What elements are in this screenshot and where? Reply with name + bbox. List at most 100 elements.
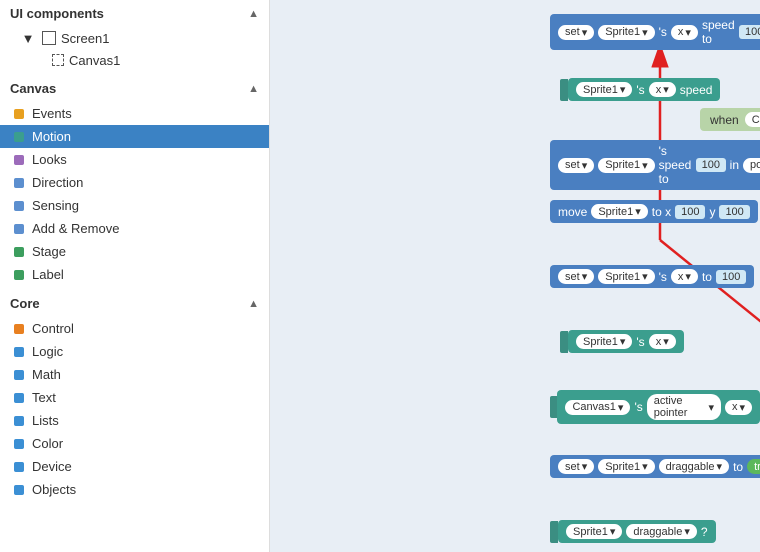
set-pill-5[interactable]: set ▾ xyxy=(558,269,594,284)
add-remove-label: Add & Remove xyxy=(32,221,119,236)
block-body-3: set ▾ Sprite1 ▾ 's speed to 100 in point… xyxy=(550,140,760,190)
core-section-header[interactable]: Core ▲ xyxy=(0,290,269,317)
block-body-6: Sprite1 ▾ 's x ▾ xyxy=(568,330,684,353)
sidebar-item-sensing[interactable]: Sensing xyxy=(0,194,269,217)
x-pill-7[interactable]: x ▾ xyxy=(725,400,752,415)
motion-color xyxy=(14,132,24,142)
sidebar-item-objects[interactable]: Objects xyxy=(0,478,269,501)
x-value-4[interactable]: 100 xyxy=(675,205,705,219)
block-draggable-query[interactable]: Sprite1 ▾ draggable ▾ ? xyxy=(550,520,716,543)
sidebar-item-text[interactable]: Text xyxy=(0,386,269,409)
device-color xyxy=(14,462,24,472)
sprite1-pill-8[interactable]: Sprite1 ▾ xyxy=(598,459,654,474)
canvas-shape-icon xyxy=(52,54,64,66)
sidebar-item-lists[interactable]: Lists xyxy=(0,409,269,432)
when-block[interactable]: when Canvas1 ▾ xyxy=(700,108,760,131)
draggable-pill-9[interactable]: draggable ▾ xyxy=(626,524,696,539)
sidebar-item-add-remove[interactable]: Add & Remove xyxy=(0,217,269,240)
logic-color xyxy=(14,347,24,357)
block-sprite-x[interactable]: Sprite1 ▾ 's x ▾ xyxy=(560,330,684,353)
sidebar-item-control[interactable]: Control xyxy=(0,317,269,340)
active-pointer-pill[interactable]: active pointer ▾ xyxy=(647,394,721,420)
canvas-section-header[interactable]: Canvas ▲ xyxy=(0,75,269,102)
stage-label: Stage xyxy=(32,244,66,259)
speed-value-3[interactable]: 100 xyxy=(696,158,726,172)
ui-components-header[interactable]: UI components ▲ xyxy=(0,0,269,27)
sprite1-pill-3[interactable]: Sprite1 ▾ xyxy=(598,158,654,173)
sidebar-item-color[interactable]: Color xyxy=(0,432,269,455)
sprite1-pill-6[interactable]: Sprite1 ▾ xyxy=(576,334,632,349)
y-value-4[interactable]: 100 xyxy=(719,205,749,219)
core-label: Core xyxy=(10,296,40,311)
core-chevron: ▲ xyxy=(248,298,259,310)
speed-value-1[interactable]: 100 xyxy=(739,25,760,39)
sidebar-item-stage[interactable]: Stage xyxy=(0,240,269,263)
events-label: Events xyxy=(32,106,72,121)
block-body-2: Sprite1 ▾ 's x ▾ speed xyxy=(568,78,720,101)
block-set-speed-dir[interactable]: set ▾ Sprite1 ▾ 's speed to 100 in point… xyxy=(550,140,760,190)
tree-item-canvas1[interactable]: Canvas1 xyxy=(0,49,269,71)
math-label: Math xyxy=(32,367,61,382)
color-label: Color xyxy=(32,436,63,451)
x-pill-5[interactable]: x ▾ xyxy=(671,269,698,284)
connector-6 xyxy=(560,331,568,353)
block-move[interactable]: move Sprite1 ▾ to x 100 y 100 xyxy=(550,200,758,223)
block-set-draggable[interactable]: set ▾ Sprite1 ▾ draggable ▾ to true ▾ xyxy=(550,455,760,478)
sidebar: UI components ▲ ▼ Screen1 Canvas1 Canvas… xyxy=(0,0,270,552)
looks-label: Looks xyxy=(32,152,67,167)
block-body-4: move Sprite1 ▾ to x 100 y 100 xyxy=(550,200,758,223)
block-set-x[interactable]: set ▾ Sprite1 ▾ 's x ▾ to 100 xyxy=(550,265,754,288)
true-pill[interactable]: true ▾ xyxy=(747,459,760,474)
ui-components-chevron: ▲ xyxy=(248,8,259,20)
sidebar-item-events[interactable]: Events xyxy=(0,102,269,125)
x-value-5[interactable]: 100 xyxy=(716,270,746,284)
sprite1-pill-4[interactable]: Sprite1 ▾ xyxy=(591,204,647,219)
sprite1-pill-9[interactable]: Sprite1 ▾ xyxy=(566,524,622,539)
set-pill-8[interactable]: set ▾ xyxy=(558,459,594,474)
text-label: Text xyxy=(32,390,56,405)
sidebar-item-motion[interactable]: Motion xyxy=(0,125,269,148)
pointing-pill[interactable]: pointing ▾ xyxy=(743,158,760,173)
sidebar-item-math[interactable]: Math xyxy=(0,363,269,386)
sprite1-pill-5[interactable]: Sprite1 ▾ xyxy=(598,269,654,284)
direction-color xyxy=(14,178,24,188)
lists-color xyxy=(14,416,24,426)
sidebar-item-label[interactable]: Label xyxy=(0,263,269,286)
x-pill-2[interactable]: x ▾ xyxy=(649,82,676,97)
sprite1-pill-1[interactable]: Sprite1 ▾ xyxy=(598,25,654,40)
draggable-pill-8[interactable]: draggable ▾ xyxy=(659,459,729,474)
lists-label: Lists xyxy=(32,413,59,428)
sidebar-item-device[interactable]: Device xyxy=(0,455,269,478)
when-canvas-pill[interactable]: Canvas1 ▾ xyxy=(745,112,760,127)
set-pill-1[interactable]: set ▾ xyxy=(558,25,594,40)
tree-item-screen1[interactable]: ▼ Screen1 xyxy=(0,27,269,49)
x-pill-1[interactable]: x ▾ xyxy=(671,25,698,40)
connector-9 xyxy=(550,521,558,543)
device-label: Device xyxy=(32,459,72,474)
looks-color xyxy=(14,155,24,165)
screen-shape-icon xyxy=(42,31,56,45)
sidebar-item-logic[interactable]: Logic xyxy=(0,340,269,363)
sensing-color xyxy=(14,201,24,211)
sidebar-item-direction[interactable]: Direction xyxy=(0,171,269,194)
ui-components-label: UI components xyxy=(10,6,104,21)
events-color xyxy=(14,109,24,119)
objects-label: Objects xyxy=(32,482,76,497)
screen1-label: Screen1 xyxy=(61,31,109,46)
canvas1-pill-7[interactable]: Canvas1 ▾ xyxy=(565,400,630,415)
color-color xyxy=(14,439,24,449)
block-set-speed[interactable]: set ▾ Sprite1 ▾ 's x ▾ speed to 100 xyxy=(550,14,760,50)
block-canvas-pointer[interactable]: Canvas1 ▾ 's active pointer ▾ x ▾ xyxy=(550,390,760,424)
direction-label: Direction xyxy=(32,175,83,190)
sprite1-pill-2[interactable]: Sprite1 ▾ xyxy=(576,82,632,97)
logic-label: Logic xyxy=(32,344,63,359)
text-color xyxy=(14,393,24,403)
connector-7 xyxy=(550,396,557,418)
canvas-chevron: ▲ xyxy=(248,83,259,95)
sidebar-item-looks[interactable]: Looks xyxy=(0,148,269,171)
set-pill-3[interactable]: set ▾ xyxy=(558,158,594,173)
block-sprite-speed[interactable]: Sprite1 ▾ 's x ▾ speed xyxy=(560,78,720,101)
canvas-icon xyxy=(30,52,46,68)
block-body-1: set ▾ Sprite1 ▾ 's x ▾ speed to 100 xyxy=(550,14,760,50)
x-pill-6[interactable]: x ▾ xyxy=(649,334,676,349)
